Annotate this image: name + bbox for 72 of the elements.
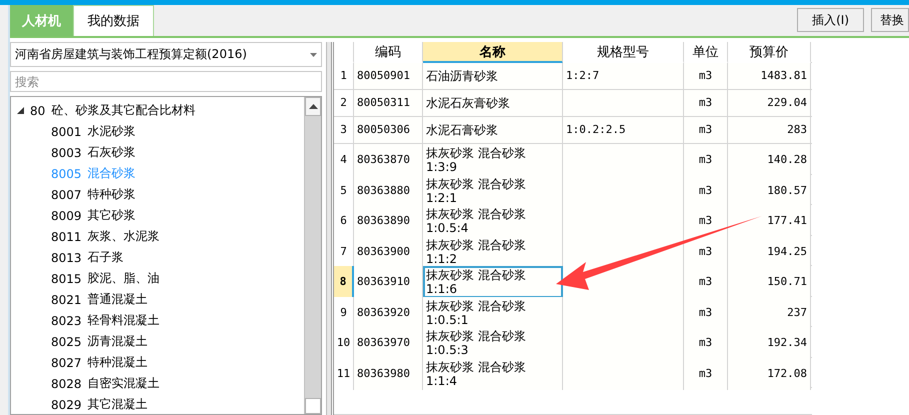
tab[interactable]: 我的数据	[73, 5, 154, 36]
tree-item[interactable]: 8025 沥青混凝土	[11, 331, 304, 352]
table-cell: 192.34	[728, 327, 811, 360]
column-header[interactable]: 规格型号	[563, 42, 684, 64]
table-cell: 80363880	[354, 174, 423, 207]
tree-item[interactable]: 8029 其它混凝土	[11, 394, 304, 414]
table-cell: 抹灰砂浆 混合砂浆 1:3:9	[423, 144, 563, 176]
tree-item[interactable]: 8021 普通混凝土	[11, 289, 304, 310]
expand-triangle-icon[interactable]	[17, 107, 24, 114]
table-cell: 抹灰砂浆 混合砂浆 1:2:1	[423, 174, 563, 207]
library-dropdown[interactable]: 河南省房屋建筑与装饰工程预算定额(2016)	[10, 42, 322, 67]
table-cell: 抹灰砂浆 混合砂浆 1:1:4	[423, 358, 563, 390]
row-number[interactable]: 9	[334, 296, 354, 329]
row-number[interactable]: 5	[334, 174, 354, 207]
row-number[interactable]: 10	[334, 327, 354, 360]
table-cell: m3	[684, 266, 728, 298]
scrollbar-down-button[interactable]	[305, 398, 321, 414]
row-number[interactable]: 4	[334, 144, 354, 176]
column-header[interactable]: 编码	[354, 42, 423, 64]
table-cell: 水泥石灰膏砂浆	[423, 90, 563, 116]
table-cell: 水泥石膏砂浆	[423, 117, 563, 144]
table-cell: 140.28	[728, 144, 811, 176]
table-cell: 237	[728, 296, 811, 329]
table-cell: 80363920	[354, 296, 423, 329]
toolbar-button[interactable]: 替换	[871, 8, 909, 32]
table-cell: 80363900	[354, 236, 423, 268]
column-header[interactable]: 单位	[684, 42, 728, 64]
table-cell: 172.08	[728, 358, 811, 390]
row-number[interactable]: 6	[334, 205, 354, 238]
row-number[interactable]: 7	[334, 236, 354, 268]
table-cell: 150.71	[728, 266, 811, 298]
table-cell: 抹灰砂浆 混合砂浆 1:1:2	[423, 236, 563, 268]
table-cell: 石油沥青砂浆	[423, 63, 563, 90]
toolbar-button[interactable]: 插入(I)	[797, 8, 864, 32]
table-cell: 80363970	[354, 327, 423, 360]
tree-item[interactable]: 8013 石子浆	[11, 247, 304, 268]
column-header[interactable]: 预算价	[728, 42, 811, 64]
table-cell: m3	[684, 236, 728, 268]
table-cell: 177.41	[728, 205, 811, 238]
table-cell: m3	[684, 296, 728, 329]
scrollbar[interactable]	[304, 97, 321, 414]
tree-item[interactable]: 8011 灰浆、水泥浆	[11, 226, 304, 247]
search-field[interactable]: 搜索	[10, 71, 322, 92]
scroll-up-arrow-icon[interactable]	[308, 104, 318, 109]
tree-item[interactable]: 80 砼、砂浆及其它配合比材料	[11, 100, 304, 121]
tree-item[interactable]: 8015 胶泥、脂、油	[11, 268, 304, 289]
table-cell: m3	[684, 205, 728, 238]
table-cell: 194.25	[728, 236, 811, 268]
tree-item[interactable]: 8009 其它砂浆	[11, 205, 304, 226]
table-cell: m3	[684, 174, 728, 207]
tree-item[interactable]: 8007 特种砂浆	[11, 184, 304, 205]
table-cell: 80363980	[354, 358, 423, 390]
tree-item[interactable]: 8027 特种混凝土	[11, 352, 304, 373]
dropdown-caret-icon	[310, 52, 317, 56]
tree-item[interactable]: 8028 自密实混凝土	[11, 373, 304, 394]
table-cell: 180.57	[728, 174, 811, 207]
table-cell: 80363890	[354, 205, 423, 238]
table-cell: 80363910	[354, 266, 423, 298]
table-cell: 抹灰砂浆 混合砂浆 1:0.5:3	[423, 327, 563, 360]
row-number[interactable]: 8	[334, 266, 354, 298]
tree-item[interactable]: 8003 石灰砂浆	[11, 142, 304, 163]
table-cell: 抹灰砂浆 混合砂浆 1:1:6	[423, 266, 563, 298]
table-cell: m3	[684, 327, 728, 360]
tree-item[interactable]: 8023 轻骨料混凝土	[11, 310, 304, 331]
table-cell: m3	[684, 358, 728, 390]
table-cell: m3	[684, 144, 728, 176]
table-cell: 抹灰砂浆 混合砂浆 1:0.5:4	[423, 205, 563, 238]
row-number[interactable]: 11	[334, 358, 354, 390]
tree-item[interactable]: 8001 水泥砂浆	[11, 121, 304, 142]
table-cell: 抹灰砂浆 混合砂浆 1:0.5:1	[423, 296, 563, 329]
column-header[interactable]: 名称	[423, 42, 563, 64]
table-cell: 80363870	[354, 144, 423, 176]
